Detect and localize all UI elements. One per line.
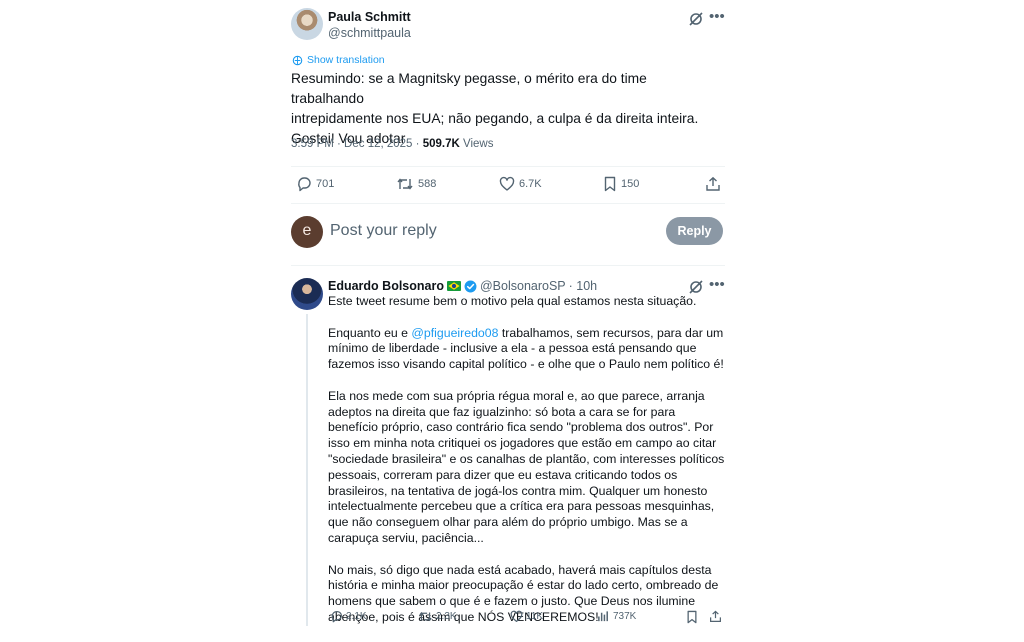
show-translation-label: Show translation: [307, 54, 385, 66]
reply-action[interactable]: 701: [296, 176, 334, 192]
tweet-timestamp[interactable]: 3:59 PM · Dec 12, 2025 ·: [291, 138, 423, 150]
views-action[interactable]: 737K: [597, 610, 636, 623]
views-icon: [598, 611, 608, 622]
author-avatar[interactable]: [291, 8, 323, 40]
divider: [291, 166, 725, 167]
reply-count: 2.1K: [346, 611, 367, 622]
author-name[interactable]: Paula Schmitt: [328, 10, 411, 24]
like-icon: [499, 176, 515, 191]
repost-icon: [397, 178, 413, 190]
show-translation-link[interactable]: Show translation: [292, 54, 385, 66]
tweet-text: Resumindo: se a Magnitsky pegasse, o mér…: [291, 71, 699, 146]
tweet-meta: 3:59 PM · Dec 12, 2025 · 509.7K Views: [291, 138, 493, 150]
reply-paragraph: Ela nos mede com sua própria régua moral…: [328, 388, 725, 545]
thread-line: [306, 314, 308, 626]
repost-action[interactable]: 2.3K: [418, 610, 457, 623]
reply-paragraph: Enquanto eu e @pfigueiredo08 trabalhamos…: [328, 326, 726, 373]
repost-action[interactable]: 588: [396, 176, 436, 192]
divider: [291, 265, 725, 266]
like-count: 6.7K: [519, 178, 542, 190]
share-icon: [706, 176, 720, 191]
action-bar: 701 588 6.7K 150: [291, 170, 725, 200]
reply-time[interactable]: · 10h: [569, 279, 598, 293]
repost-count: 2.3K: [436, 611, 457, 622]
user-avatar[interactable]: e: [291, 216, 323, 248]
reply-icon: [298, 177, 311, 192]
reply-author-name[interactable]: Eduardo Bolsonaro: [328, 279, 444, 293]
share-action[interactable]: [709, 610, 722, 623]
reply-tweet[interactable]: Eduardo Bolsonaro @BolsonaroSP · 10h •••…: [290, 268, 726, 630]
bookmark-icon: [604, 176, 616, 192]
grok-icon[interactable]: [688, 11, 704, 27]
share-icon: [710, 610, 721, 622]
bookmark-action[interactable]: [686, 610, 698, 624]
reply-paragraph: Este tweet resume bem o motivo pela qual…: [328, 294, 697, 308]
translate-icon: [292, 55, 303, 65]
brazil-flag-icon: [446, 281, 461, 291]
like-action[interactable]: 6.7K: [499, 176, 542, 192]
views-label: Views: [459, 138, 494, 150]
more-icon[interactable]: •••: [709, 9, 725, 25]
reply-text-segment: Enquanto eu e: [328, 325, 412, 340]
more-icon[interactable]: •••: [709, 277, 725, 293]
author-handle[interactable]: @schmittpaula: [328, 26, 411, 40]
reply-author-avatar[interactable]: [291, 278, 323, 310]
bookmark-icon: [687, 610, 697, 624]
share-action[interactable]: [705, 176, 721, 192]
views-count: 509.7K: [422, 138, 460, 150]
mention-link[interactable]: @pfigueiredo08: [411, 326, 498, 340]
views-count: 737K: [613, 611, 637, 622]
like-action[interactable]: 11K: [510, 610, 543, 623]
reply-author-handle[interactable]: @BolsonaroSP: [480, 279, 566, 293]
reply-text: Este tweet resume bem o motivo pela qual…: [328, 294, 726, 642]
repost-icon: [419, 611, 432, 622]
like-icon: [510, 610, 523, 622]
verified-icon: [464, 280, 477, 292]
like-count: 11K: [526, 611, 544, 622]
reply-composer: e Post your reply Reply: [291, 214, 725, 250]
reply-action-bar: 2.1K 2.3K 11K 737K: [328, 608, 726, 628]
bookmark-action[interactable]: 150: [603, 176, 639, 192]
reply-header: Eduardo Bolsonaro @BolsonaroSP · 10h: [328, 279, 597, 293]
reply-button[interactable]: Reply: [666, 217, 723, 245]
repost-count: 588: [418, 178, 437, 190]
grok-icon[interactable]: [688, 279, 704, 295]
reply-action[interactable]: 2.1K: [330, 610, 367, 623]
reply-input[interactable]: Post your reply: [330, 222, 437, 240]
reply-count: 701: [316, 178, 335, 190]
bookmark-count: 150: [621, 178, 640, 190]
divider: [291, 203, 725, 204]
reply-icon: [331, 611, 342, 623]
